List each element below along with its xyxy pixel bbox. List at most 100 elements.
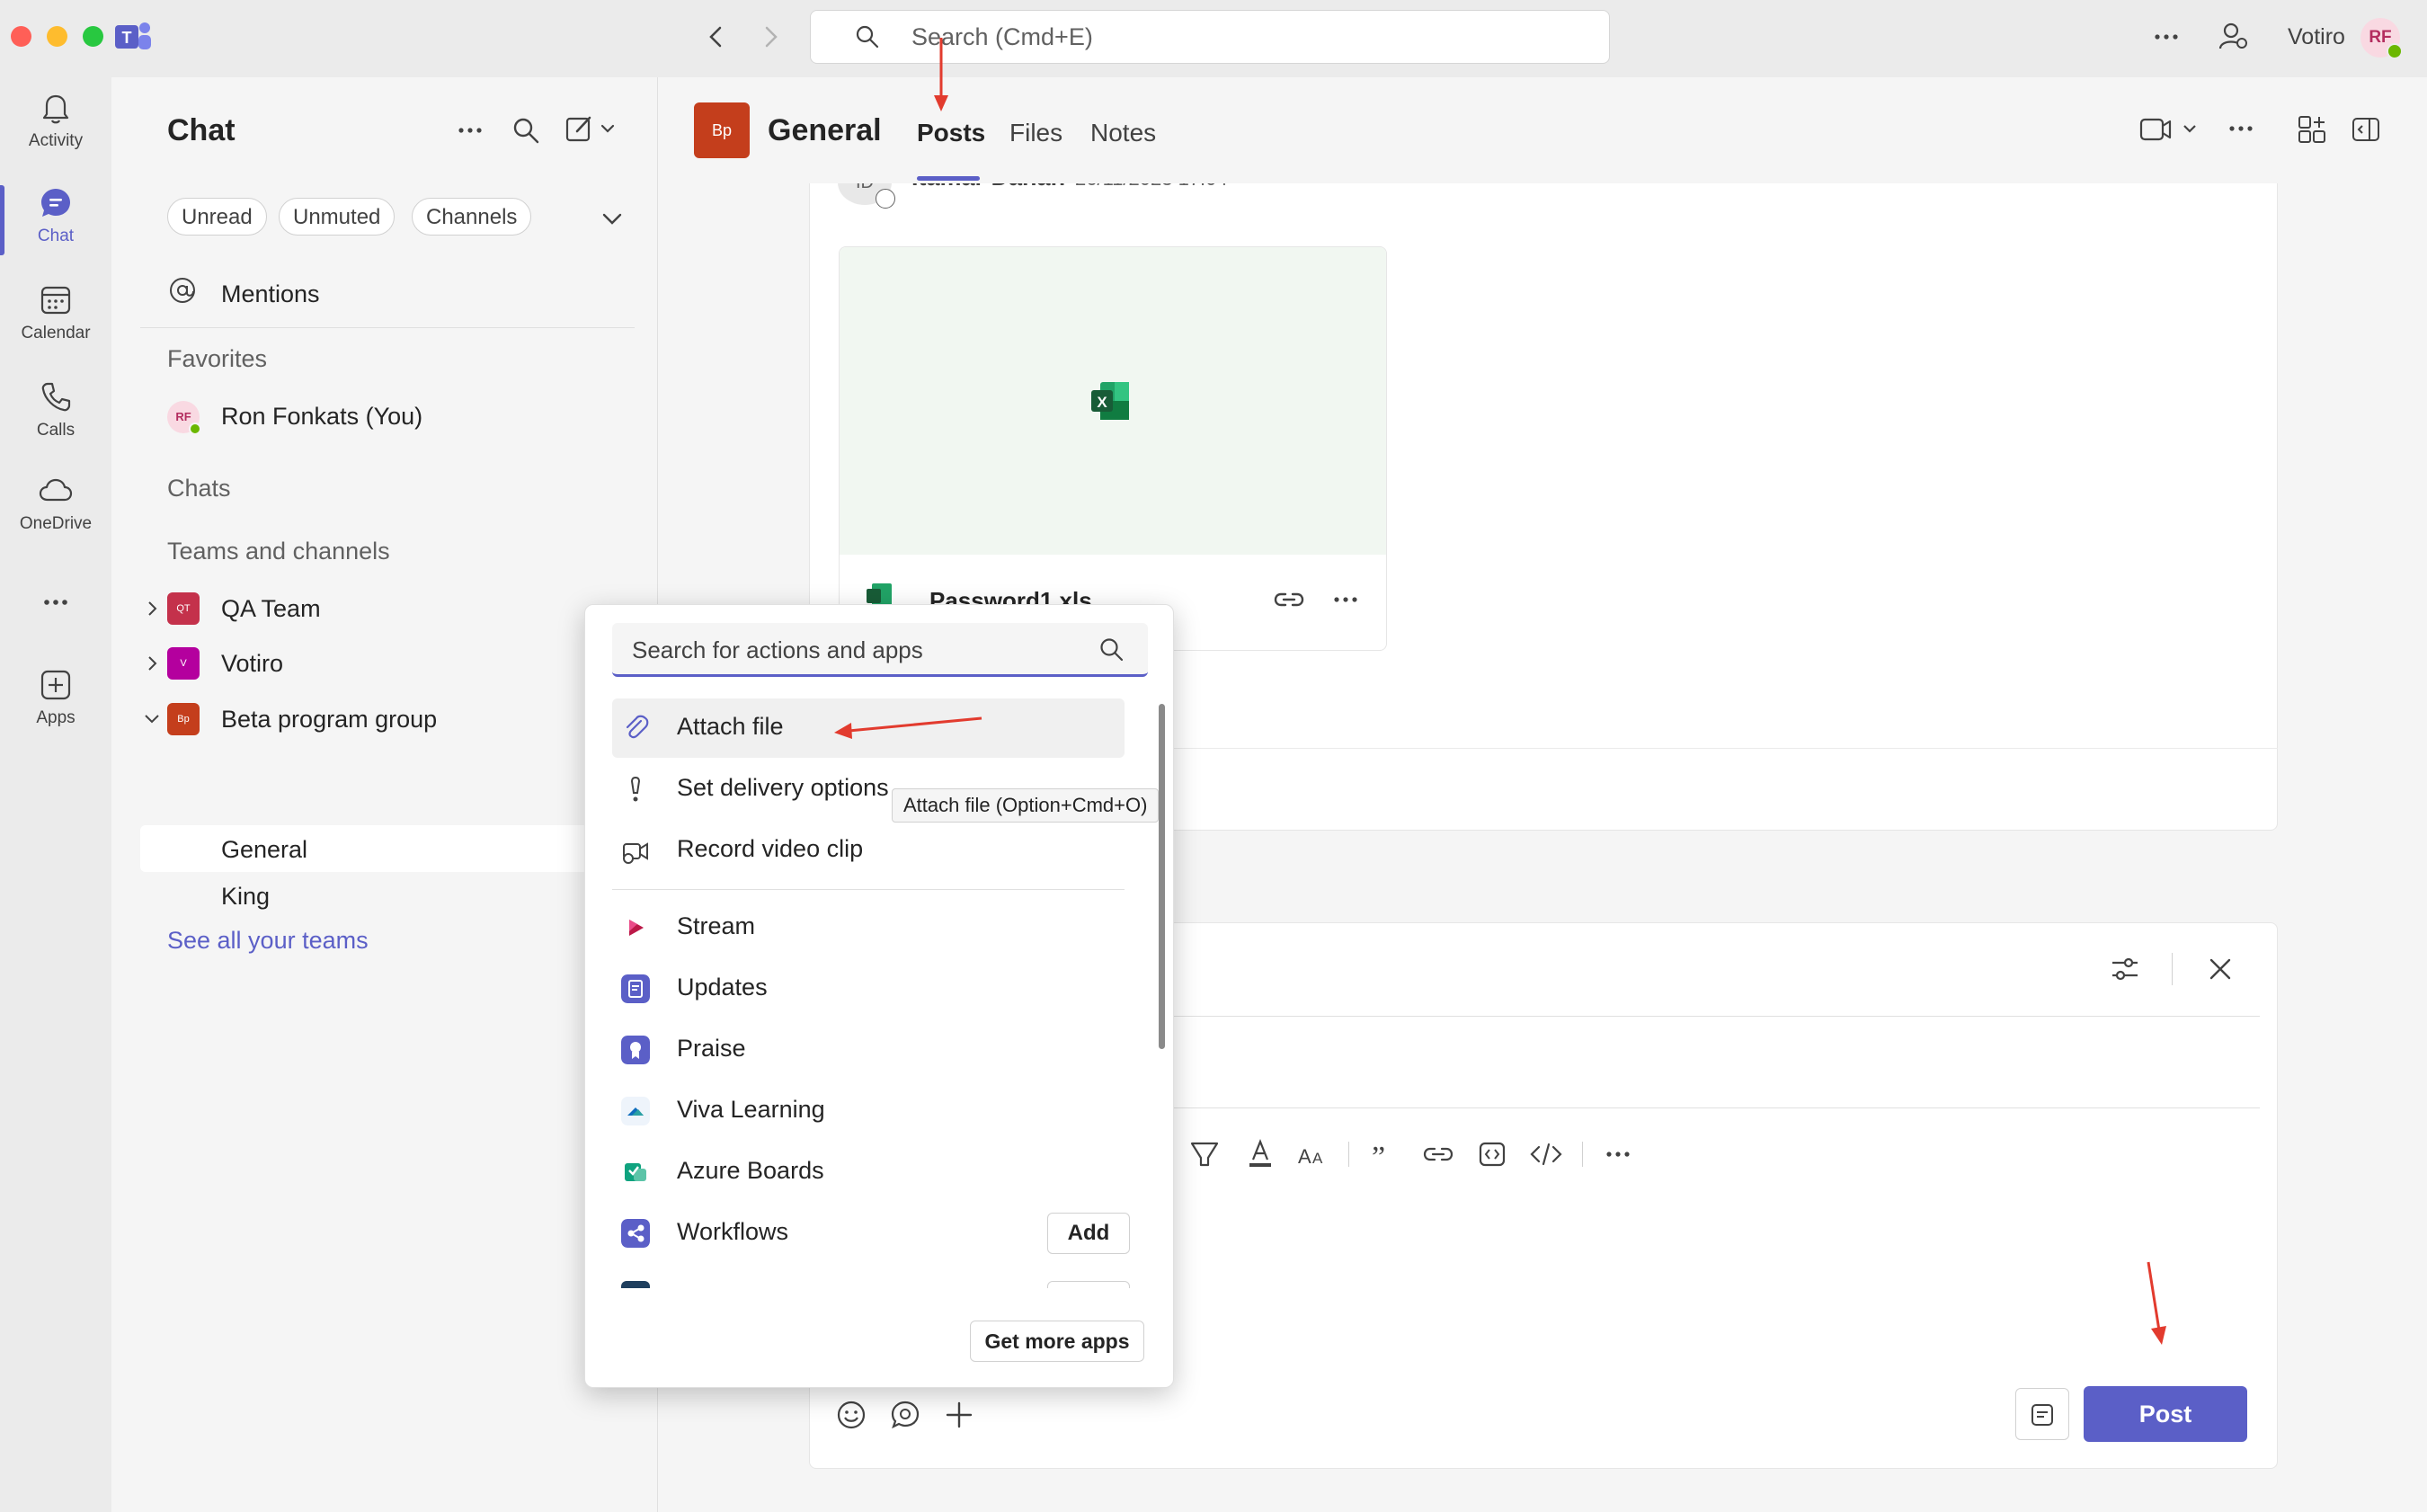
minimize-window-button[interactable] (47, 26, 67, 47)
tab-files[interactable]: Files (1009, 119, 1062, 147)
favorite-contact-item[interactable]: Ron Fonkats (You) (221, 403, 422, 431)
search-icon (854, 23, 881, 50)
close-compose-icon[interactable] (2206, 955, 2235, 983)
channel-more-options-icon[interactable] (2226, 113, 2256, 144)
schedule-message-button[interactable] (2015, 1388, 2069, 1440)
chevron-right-icon[interactable] (142, 599, 162, 618)
channel-item-general: General (221, 836, 308, 863)
chats-header[interactable]: Chats (167, 475, 231, 503)
more-options-icon[interactable] (2151, 22, 2182, 52)
azure-boards-icon (625, 1163, 646, 1181)
app-rail: Activity Chat Calendar Calls OneDrive Ap… (0, 77, 111, 1512)
code-snippet-icon[interactable] (1528, 1136, 1564, 1172)
file-more-options-icon[interactable] (1330, 587, 1361, 612)
channel-item-general-selected[interactable]: General (140, 825, 626, 872)
meet-video-camera-icon[interactable] (2139, 113, 2202, 146)
divider (1169, 1107, 2260, 1108)
rail-chat[interactable]: Chat (0, 185, 111, 246)
chat-list-panel: Chat Unread Unmuted Channels Mentions Fa… (111, 77, 658, 1512)
team-item-qa-team[interactable]: QA Team (221, 595, 321, 623)
highlight-icon[interactable] (1187, 1136, 1222, 1172)
loop-component-icon[interactable] (1474, 1136, 1510, 1172)
chevron-right-icon[interactable] (142, 654, 162, 673)
plus-actions-icon[interactable] (942, 1398, 976, 1432)
chat-panel-title: Chat (167, 113, 236, 147)
mentions-item[interactable]: Mentions (221, 280, 320, 308)
menu-item-stream[interactable]: Stream (612, 898, 1125, 957)
insert-link-icon[interactable] (1420, 1136, 1456, 1172)
rail-activity[interactable]: Activity (0, 90, 111, 151)
teams-channels-header[interactable]: Teams and channels (167, 538, 390, 565)
calendar-icon (40, 286, 71, 315)
post-button[interactable]: Post (2084, 1386, 2247, 1442)
format-options-sliders-icon[interactable] (2109, 953, 2141, 985)
filter-unread[interactable]: Unread (167, 198, 267, 236)
menu-item-attach-file[interactable]: Attach file (612, 698, 1125, 758)
team-avatar-votiro: V (167, 647, 200, 680)
get-more-apps-button[interactable]: Get more apps (970, 1321, 1144, 1362)
popup-scrollbar[interactable] (1159, 704, 1165, 1049)
chevron-down-icon[interactable] (142, 708, 162, 728)
divider (2172, 953, 2173, 985)
see-all-teams-link[interactable]: See all your teams (167, 927, 369, 955)
filter-channels[interactable]: Channels (412, 198, 532, 236)
rail-calendar[interactable]: Calendar (0, 282, 111, 343)
new-chat-icon[interactable] (565, 113, 620, 146)
tab-posts[interactable]: Posts (917, 119, 985, 147)
search-icon (1098, 636, 1126, 664)
chat-search-icon[interactable] (511, 115, 541, 146)
praise-icon (621, 1036, 650, 1064)
rail-calls[interactable]: Calls (0, 379, 111, 440)
attach-file-tooltip: Attach file (Option+Cmd+O) (892, 788, 1160, 823)
svg-text:”: ” (1372, 1141, 1385, 1172)
schedule-icon (2031, 1404, 2053, 1426)
presence-offline-icon (876, 189, 895, 209)
close-window-button[interactable] (11, 26, 31, 47)
global-search-input[interactable]: Search (Cmd+E) (810, 10, 1610, 64)
copy-link-icon[interactable] (1273, 587, 1305, 612)
rail-onedrive[interactable]: OneDrive (0, 473, 111, 534)
team-item-beta-program-group[interactable]: Beta program group (221, 706, 437, 734)
channel-item-king[interactable]: King (221, 883, 270, 911)
more-formatting-icon[interactable] (1600, 1136, 1636, 1172)
quote-icon[interactable]: ” (1366, 1136, 1402, 1172)
more-apps-icon[interactable] (38, 584, 74, 620)
sticker-icon[interactable] (888, 1398, 922, 1432)
teams-logo-icon: T (115, 20, 153, 54)
expand-filters-chevron-icon[interactable] (599, 205, 626, 232)
favorites-header[interactable]: Favorites (167, 345, 267, 373)
font-color-icon[interactable] (1242, 1136, 1278, 1172)
org-name[interactable]: Votiro (2288, 24, 2345, 50)
menu-item-viva-learning[interactable]: Viva Learning (612, 1081, 1125, 1141)
actions-search-input[interactable]: Search for actions and apps (612, 623, 1148, 677)
rail-apps[interactable]: Apps (0, 667, 111, 728)
updates-icon (621, 974, 650, 1003)
actions-search-placeholder: Search for actions and apps (632, 636, 923, 663)
filter-unmuted[interactable]: Unmuted (279, 198, 396, 236)
forward-arrow-icon[interactable] (757, 23, 784, 50)
user-avatar-initials: RF (2369, 28, 2392, 47)
menu-item-label: Set delivery options (677, 774, 889, 801)
open-side-panel-icon[interactable] (2350, 113, 2382, 146)
svg-text:A: A (1312, 1150, 1323, 1167)
channel-team-avatar-initials: Bp (711, 121, 733, 139)
emoji-icon[interactable] (834, 1398, 868, 1432)
svg-text:T: T (122, 29, 132, 47)
add-tab-icon[interactable] (2296, 113, 2328, 146)
plus-square-icon (40, 670, 71, 700)
add-workflows-button[interactable]: Add (1047, 1213, 1130, 1254)
team-item-votiro[interactable]: Votiro (221, 650, 283, 678)
tab-notes[interactable]: Notes (1090, 119, 1156, 147)
menu-item-record-video-clip[interactable]: Record video clip (612, 821, 1125, 880)
chat-more-options-icon[interactable] (455, 115, 485, 146)
file-attachment-card[interactable]: X Password1.xls (839, 246, 1387, 651)
font-size-icon[interactable]: AA (1296, 1136, 1332, 1172)
rail-label-onedrive: OneDrive (19, 514, 93, 533)
menu-item-updates[interactable]: Updates (612, 959, 1125, 1018)
menu-item-azure-boards[interactable]: Azure Boards (612, 1143, 1125, 1202)
menu-item-praise[interactable]: Praise (612, 1020, 1125, 1080)
maximize-window-button[interactable] (83, 26, 103, 47)
app-icon (621, 1281, 650, 1288)
back-arrow-icon[interactable] (703, 23, 730, 50)
people-settings-icon[interactable] (2217, 20, 2249, 52)
